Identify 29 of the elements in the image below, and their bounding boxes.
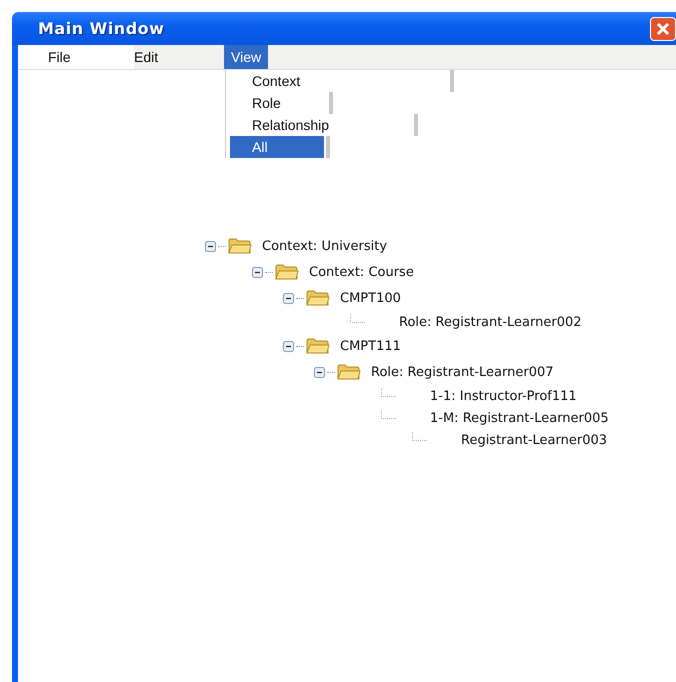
menu-option[interactable]: Context [226,70,340,92]
menu-item[interactable]: View [224,45,268,69]
tree-item[interactable]: 1-1: Instructor-Prof111 [430,388,577,404]
folder-icon [275,264,299,280]
folder-icon [306,338,330,354]
close-button[interactable] [650,16,676,40]
window-title: Main Window [38,19,164,38]
menu-item[interactable]: File [18,45,134,69]
collapse-icon[interactable] [205,240,216,252]
collapse-icon[interactable] [283,340,294,352]
close-icon [655,20,671,36]
tree-item[interactable]: Role: Registrant-Learner007 [371,364,554,380]
menu-option[interactable]: All [230,136,324,158]
menu-item[interactable]: Edit [134,45,224,69]
tree-item[interactable]: Registrant-Learner003 [461,432,608,448]
tree-item[interactable]: Role: Registrant-Learner002 [399,314,582,330]
tree-item[interactable]: Context: University [262,238,388,254]
menu-option[interactable]: Relationship [226,114,370,136]
tree-item[interactable]: CMPT100 [340,290,401,306]
tree-item[interactable]: Context: Course [309,264,414,280]
collapse-icon[interactable] [252,266,263,278]
menu-option[interactable]: Role [226,92,321,114]
collapse-icon[interactable] [314,366,325,378]
folder-icon [228,238,252,254]
tree-item[interactable]: 1-M: Registrant-Learner005 [430,410,609,426]
tree-item[interactable]: CMPT111 [340,338,401,354]
folder-icon [337,364,361,380]
collapse-icon[interactable] [283,292,294,304]
folder-icon [306,290,330,306]
